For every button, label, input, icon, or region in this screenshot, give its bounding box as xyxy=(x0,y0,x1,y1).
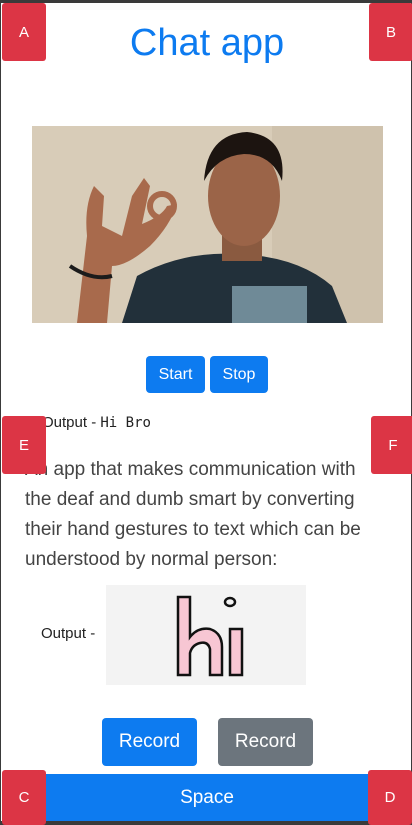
corner-marker-a: A xyxy=(2,3,46,61)
output-label: Output - xyxy=(42,414,97,431)
output-value: Hi Bro xyxy=(100,415,151,431)
camera-frame-image xyxy=(32,126,383,323)
space-button[interactable]: Space xyxy=(46,774,368,821)
record-button[interactable]: Record xyxy=(102,718,197,766)
output-line: Output - Hi Bro xyxy=(42,414,151,431)
corner-marker-f: F xyxy=(371,416,412,474)
corner-marker-d: D xyxy=(368,770,412,825)
app-description: An app that makes communication with the… xyxy=(25,459,361,570)
bottom-border xyxy=(1,821,412,825)
corner-marker-c: C xyxy=(2,770,46,825)
start-button[interactable]: Start xyxy=(146,356,205,393)
hi-glyph-image xyxy=(176,595,244,677)
page-title: Chat app xyxy=(129,22,285,64)
output-image xyxy=(106,585,306,685)
stop-button[interactable]: Stop xyxy=(210,356,268,393)
corner-marker-e: E xyxy=(2,416,46,474)
top-border xyxy=(1,0,412,3)
camera-feed xyxy=(32,126,383,323)
record-button-secondary[interactable]: Record xyxy=(218,718,313,766)
output-image-label: Output - xyxy=(41,625,96,642)
corner-marker-b: B xyxy=(369,3,412,61)
